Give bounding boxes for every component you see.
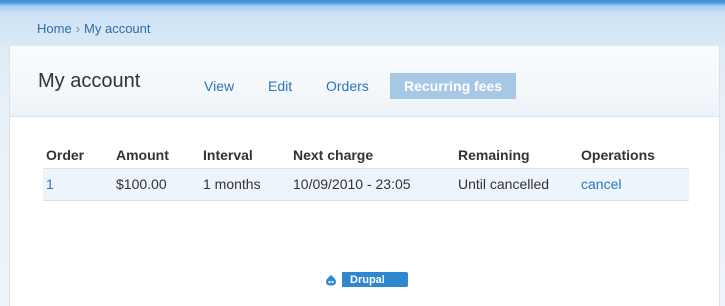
- column-header-interval: Interval: [203, 146, 253, 163]
- recurring-fees-table: Order Amount Interval Next charge Remain…: [43, 142, 689, 201]
- column-header-operations: Operations: [581, 146, 655, 163]
- amount-cell: $100.00: [113, 167, 200, 201]
- breadcrumb-home-link[interactable]: Home: [37, 21, 72, 36]
- breadcrumb: Home › My account: [37, 21, 151, 36]
- interval-cell: 1 months: [200, 167, 290, 201]
- cancel-link[interactable]: cancel: [581, 176, 621, 192]
- column-header-amount: Amount: [116, 146, 169, 163]
- table-row: 1 $100.00 1 months 10/09/2010 - 23:05 Un…: [43, 167, 689, 201]
- tab-edit[interactable]: Edit: [254, 73, 306, 99]
- breadcrumb-bar: Home › My account: [0, 0, 725, 46]
- column-header-next-charge: Next charge: [293, 146, 374, 163]
- operations-cell: cancel: [578, 167, 689, 201]
- order-cell: 1: [43, 167, 113, 201]
- powered-by-drupal-badge[interactable]: Drupal: [320, 272, 408, 287]
- drupal-drop-icon: [320, 272, 342, 287]
- breadcrumb-my-account-link[interactable]: My account: [84, 21, 150, 36]
- drupal-badge-label: Drupal: [350, 273, 385, 286]
- table-header-row: Order Amount Interval Next charge Remain…: [43, 142, 689, 168]
- column-header-order: Order: [46, 146, 85, 163]
- panel-header: My account View Edit Orders Recurring fe…: [10, 46, 719, 117]
- remaining-cell: Until cancelled: [455, 167, 578, 201]
- order-link[interactable]: 1: [46, 176, 54, 192]
- page-title: My account: [38, 70, 141, 92]
- tab-recurring-fees[interactable]: Recurring fees: [390, 73, 517, 99]
- content-panel: My account View Edit Orders Recurring fe…: [9, 46, 720, 306]
- next-charge-cell: 10/09/2010 - 23:05: [290, 167, 455, 201]
- column-header-remaining: Remaining: [458, 146, 530, 163]
- tab-orders[interactable]: Orders: [312, 73, 383, 99]
- tab-view[interactable]: View: [190, 73, 248, 99]
- breadcrumb-separator: ›: [75, 21, 81, 36]
